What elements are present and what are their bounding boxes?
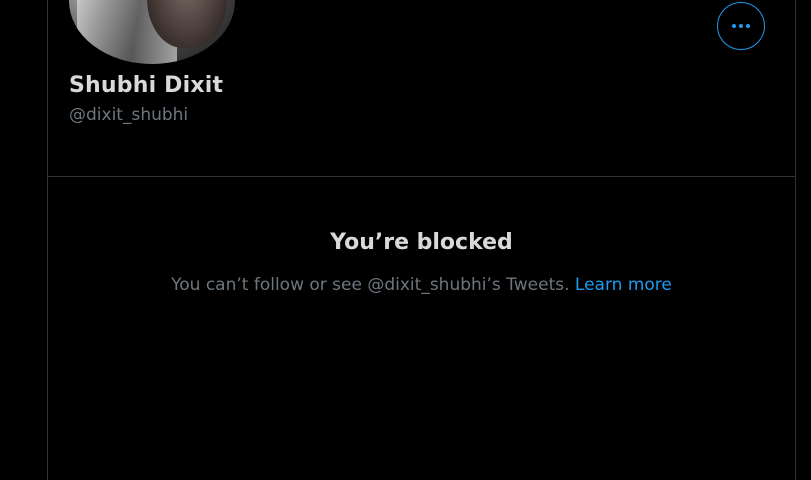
- more-horizontal-icon: [732, 24, 750, 28]
- blocked-message: You can’t follow or see @dixit_shubhi’s …: [171, 275, 570, 295]
- divider: [48, 176, 795, 177]
- profile-handle: @dixit_shubhi: [69, 105, 189, 125]
- profile-column: Shubhi Dixit @dixit_shubhi You’re blocke…: [47, 0, 796, 480]
- blocked-title: You’re blocked: [330, 230, 513, 255]
- avatar[interactable]: [69, 0, 235, 64]
- learn-more-link[interactable]: Learn more: [575, 275, 672, 295]
- more-options-button[interactable]: [717, 2, 765, 50]
- blocked-message-line: You can’t follow or see @dixit_shubhi’s …: [48, 275, 795, 295]
- profile-name: Shubhi Dixit: [69, 73, 224, 98]
